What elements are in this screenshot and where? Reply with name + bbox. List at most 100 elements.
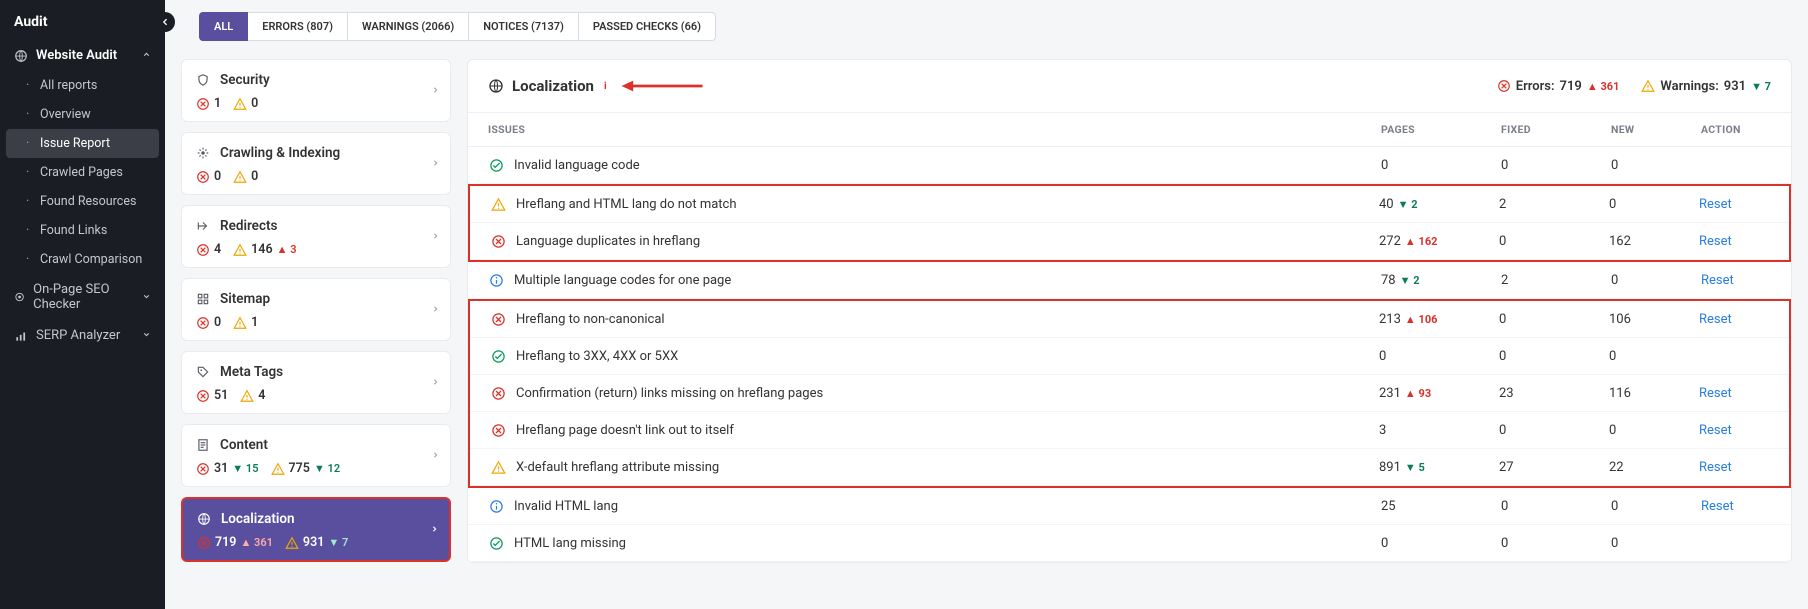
sidebar-section-website-audit[interactable]: Website Audit (0, 40, 165, 71)
issue-name: Invalid language code (514, 158, 640, 173)
reset-link[interactable]: Reset (1699, 234, 1732, 249)
fixed-count: 27 (1499, 460, 1609, 475)
warning-icon (233, 170, 247, 184)
col-issues: ISSUES (488, 123, 1381, 136)
sidebar-sub-found-links[interactable]: Found Links (6, 216, 159, 245)
category-name: Security (220, 72, 270, 88)
reset-link[interactable]: Reset (1699, 386, 1732, 401)
issue-name: Multiple language codes for one page (514, 273, 731, 288)
highlight-group: Hreflang and HTML lang do not match40▼ 2… (468, 184, 1791, 262)
category-card-redirects[interactable]: Redirects4146▲ 3 (181, 205, 451, 268)
warning-count: 775 (289, 461, 310, 476)
sidebar-collapse-button[interactable] (155, 12, 175, 32)
issue-row[interactable]: Hreflang page doesn't link out to itself… (470, 412, 1789, 449)
issue-row[interactable]: Language duplicates in hreflang272▲ 1620… (470, 223, 1789, 260)
sitemap-icon (196, 292, 210, 306)
issue-row[interactable]: HTML lang missing000 (468, 525, 1791, 562)
issue-row[interactable]: Hreflang to 3XX, 4XX or 5XX000 (470, 338, 1789, 375)
chevron-right-icon (431, 156, 440, 171)
filter-tab-all[interactable]: ALL (199, 12, 248, 41)
col-fixed: FIXED (1501, 123, 1611, 136)
col-action: ACTION (1701, 123, 1771, 136)
error-count: 0 (214, 315, 221, 330)
warning-delta: ▲ 3 (277, 243, 297, 256)
warning-icon (1641, 79, 1655, 93)
new-count: 116 (1609, 386, 1699, 401)
issue-row[interactable]: Invalid HTML lang2500Reset (468, 488, 1791, 525)
issue-name: Confirmation (return) links missing on h… (516, 386, 823, 401)
sidebar-sub-crawl-comparison[interactable]: Crawl Comparison (6, 245, 159, 274)
reset-link[interactable]: Reset (1699, 460, 1732, 475)
error-delta: ▼ 15 (232, 462, 258, 475)
category-card-crawling-indexing[interactable]: Crawling & Indexing00 (181, 132, 451, 195)
issue-row[interactable]: X-default hreflang attribute missing891▼… (470, 449, 1789, 486)
sidebar-sub-found-resources[interactable]: Found Resources (6, 187, 159, 216)
new-count: 0 (1609, 423, 1699, 438)
issue-type-icon (490, 459, 506, 475)
category-card-sitemap[interactable]: Sitemap01 (181, 278, 451, 341)
issue-name: Hreflang page doesn't link out to itself (516, 423, 734, 438)
issue-type-icon (490, 422, 506, 438)
sidebar-sub-issue-report[interactable]: Issue Report (6, 129, 159, 158)
sidebar-sub-crawled-pages[interactable]: Crawled Pages (6, 158, 159, 187)
new-count: 106 (1609, 312, 1699, 327)
pages-count: 40 (1379, 197, 1394, 212)
filter-tabs: ALL ERRORS (807) WARNINGS (2066) NOTICES… (181, 0, 1792, 59)
issue-type-icon (488, 272, 504, 288)
pages-delta: ▼ 5 (1405, 461, 1425, 474)
reset-link[interactable]: Reset (1699, 312, 1732, 327)
warning-count: 4 (258, 388, 265, 403)
redirect-icon (196, 219, 210, 233)
filter-tab-passed[interactable]: PASSED CHECKS (66) (579, 12, 716, 41)
fixed-count: 0 (1499, 234, 1609, 249)
issue-row[interactable]: Confirmation (return) links missing on h… (470, 375, 1789, 412)
error-count: 719 (215, 535, 236, 550)
fixed-count: 0 (1499, 423, 1609, 438)
issue-row[interactable]: Hreflang and HTML lang do not match40▼ 2… (470, 186, 1789, 223)
category-card-localization[interactable]: Localization719▲ 361931▼ 7 (181, 497, 451, 562)
category-card-meta-tags[interactable]: Meta Tags514 (181, 351, 451, 414)
issue-row[interactable]: Invalid language code000 (468, 147, 1791, 184)
issue-row[interactable]: Multiple language codes for one page78▼ … (468, 262, 1791, 299)
checker-icon (14, 290, 25, 304)
main-content: ALL ERRORS (807) WARNINGS (2066) NOTICES… (165, 0, 1808, 609)
sidebar-sub-all-reports[interactable]: All reports (6, 71, 159, 100)
issue-name: Invalid HTML lang (514, 499, 618, 514)
filter-tab-notices[interactable]: NOTICES (7137) (469, 12, 579, 41)
reset-link[interactable]: Reset (1699, 423, 1732, 438)
col-new: NEW (1611, 123, 1701, 136)
reset-link[interactable]: Reset (1701, 273, 1734, 288)
chevron-right-icon (431, 83, 440, 98)
filter-tab-errors[interactable]: ERRORS (807) (248, 12, 348, 41)
category-card-security[interactable]: Security10 (181, 59, 451, 122)
sidebar-sub-overview[interactable]: Overview (6, 100, 159, 129)
tag-icon (196, 365, 210, 379)
issue-row[interactable]: Hreflang to non-canonical213▲ 1060106Res… (470, 301, 1789, 338)
warning-count: 0 (251, 96, 258, 111)
issue-name: Language duplicates in hreflang (516, 234, 700, 249)
issue-type-icon (488, 535, 504, 551)
pages-delta: ▲ 106 (1405, 313, 1438, 326)
warning-delta: ▼ 12 (314, 462, 340, 475)
category-name: Sitemap (220, 291, 270, 307)
reset-link[interactable]: Reset (1701, 499, 1734, 514)
sidebar-item-onpage-seo[interactable]: On-Page SEO Checker (0, 274, 165, 320)
warnings-delta: ▼ 7 (1751, 80, 1771, 93)
warning-icon (285, 536, 299, 550)
error-icon (1497, 79, 1511, 93)
reset-link[interactable]: Reset (1699, 197, 1732, 212)
category-card-content[interactable]: Content31▼ 15775▼ 12 (181, 424, 451, 487)
pages-count: 213 (1379, 312, 1401, 327)
category-name: Localization (221, 511, 295, 527)
error-icon (196, 170, 210, 184)
filter-tab-warnings[interactable]: WARNINGS (2066) (348, 12, 469, 41)
warning-count: 931 (303, 535, 324, 550)
errors-count: 719 (1560, 79, 1582, 94)
issue-name: HTML lang missing (514, 536, 626, 551)
pages-delta: ▲ 162 (1405, 235, 1438, 248)
shield-icon (196, 73, 210, 87)
globe-icon (197, 512, 211, 526)
info-icon[interactable]: i (604, 81, 607, 92)
new-count: 0 (1609, 349, 1699, 364)
sidebar-item-serp-analyzer[interactable]: SERP Analyzer (0, 320, 165, 351)
